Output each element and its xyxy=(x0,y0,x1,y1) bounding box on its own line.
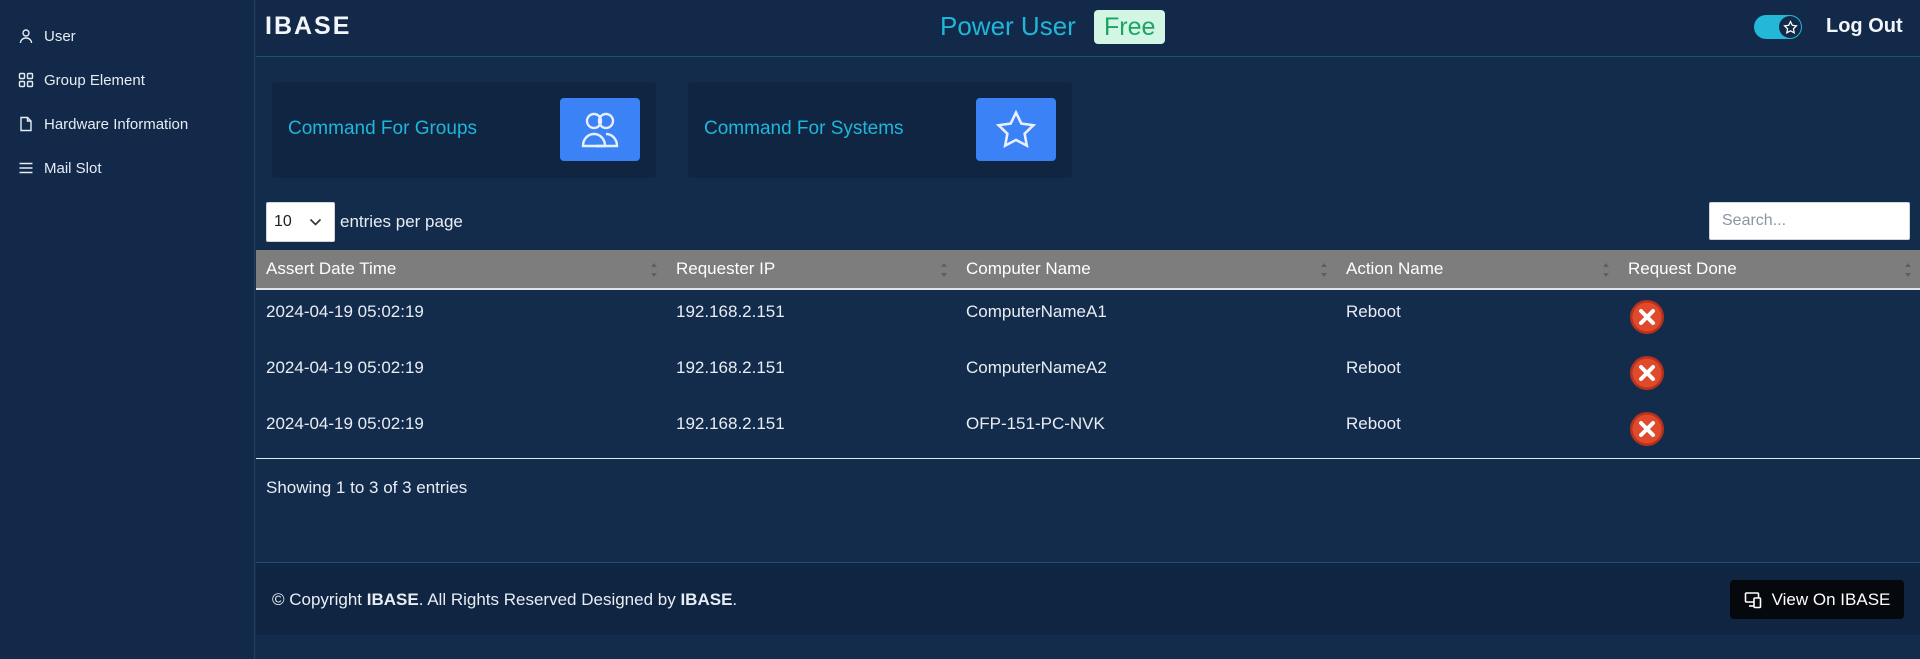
user-role-title: Power User xyxy=(940,11,1076,41)
card-title[interactable]: Command For Systems xyxy=(704,118,904,140)
top-header: IBASE Power User Free Log Out xyxy=(256,0,1920,57)
sort-icon xyxy=(651,263,657,277)
card-icon-button[interactable] xyxy=(976,98,1056,161)
cancel-x-icon[interactable] xyxy=(1628,410,1666,448)
sidebar-item-hardware-information[interactable]: Hardware Information xyxy=(0,102,254,146)
cell-action-name: Reboot xyxy=(1346,302,1401,321)
cell-assert-date-time: 2024-04-19 05:02:19 xyxy=(266,302,424,321)
user-icon xyxy=(19,29,33,44)
requests-table: Assert Date Time Requester IP Computer N… xyxy=(256,250,1920,459)
card-icon-button[interactable] xyxy=(560,98,640,161)
sidebar-item-label: Group Element xyxy=(44,71,145,89)
table-row: 2024-04-19 05:02:19 192.168.2.151 Comput… xyxy=(256,290,1920,346)
column-header-computer-name[interactable]: Computer Name xyxy=(956,249,1336,289)
toggle-knob xyxy=(1779,16,1801,38)
cell-computer-name: ComputerNameA2 xyxy=(966,358,1107,377)
sidebar: User Group Element Hardware Information … xyxy=(0,0,255,659)
copyright-brand: IBASE xyxy=(366,590,419,609)
cell-requester-ip: 192.168.2.151 xyxy=(676,358,785,377)
cell-computer-name: OFP-151-PC-NVK xyxy=(966,414,1105,433)
cancel-x-icon[interactable] xyxy=(1628,298,1666,336)
view-on-ibase-label: View On IBASE xyxy=(1771,589,1891,609)
column-header-request-done[interactable]: Request Done xyxy=(1618,249,1920,289)
column-header-requester-ip[interactable]: Requester IP xyxy=(666,249,956,289)
sidebar-item-group-element[interactable]: Group Element xyxy=(0,58,254,102)
plan-badge: Free xyxy=(1094,10,1166,44)
chevron-down-icon xyxy=(309,218,322,226)
entries-per-page-select[interactable]: 10 xyxy=(266,202,335,242)
column-header-assert-date-time[interactable]: Assert Date Time xyxy=(256,249,666,289)
sidebar-item-label: User xyxy=(44,27,76,45)
footer: © Copyright IBASE. All Rights Reserved D… xyxy=(256,562,1920,635)
cell-requester-ip: 192.168.2.151 xyxy=(676,414,785,433)
table-info: Showing 1 to 3 of 3 entries xyxy=(266,478,468,497)
entries-value: 10 xyxy=(274,213,292,230)
sort-icon xyxy=(1905,263,1911,277)
search-input[interactable] xyxy=(1709,202,1910,240)
cell-requester-ip: 192.168.2.151 xyxy=(676,302,785,321)
sort-icon xyxy=(941,263,947,277)
column-header-label: Action Name xyxy=(1346,259,1444,278)
sidebar-item-user[interactable]: User xyxy=(0,14,254,58)
cell-action-name: Reboot xyxy=(1346,414,1401,433)
sort-icon xyxy=(1603,263,1609,277)
brand-logo[interactable]: IBASE xyxy=(265,12,351,41)
column-header-label: Requester IP xyxy=(676,259,776,278)
command-for-systems-card[interactable]: Command For Systems xyxy=(688,82,1072,178)
sort-icon xyxy=(1321,263,1327,277)
users-icon xyxy=(581,112,619,147)
star-icon xyxy=(995,109,1037,148)
copyright-text: © Copyright IBASE. All Rights Reserved D… xyxy=(272,590,737,610)
cell-assert-date-time: 2024-04-19 05:02:19 xyxy=(266,358,424,377)
logout-button[interactable]: Log Out xyxy=(1826,15,1903,38)
cancel-x-icon[interactable] xyxy=(1628,354,1666,392)
entries-per-page-label: entries per page xyxy=(340,212,463,231)
cell-computer-name: ComputerNameA1 xyxy=(966,302,1107,321)
menu-icon xyxy=(19,162,33,174)
cell-request-done xyxy=(1618,290,1920,346)
sidebar-item-mail-slot[interactable]: Mail Slot xyxy=(0,146,254,190)
designer-brand: IBASE xyxy=(680,590,733,609)
card-title[interactable]: Command For Groups xyxy=(288,118,477,140)
cell-assert-date-time: 2024-04-19 05:02:19 xyxy=(266,414,424,433)
command-for-groups-card[interactable]: Command For Groups xyxy=(272,82,656,178)
view-on-ibase-button[interactable]: View On IBASE xyxy=(1730,580,1904,619)
theme-toggle[interactable] xyxy=(1754,15,1802,39)
column-header-action-name[interactable]: Action Name xyxy=(1336,249,1618,289)
cell-action-name: Reboot xyxy=(1346,358,1401,377)
table-body: 2024-04-19 05:02:19 192.168.2.151 Comput… xyxy=(256,290,1920,459)
column-header-label: Request Done xyxy=(1628,259,1737,278)
sidebar-item-label: Hardware Information xyxy=(44,115,189,133)
cell-request-done xyxy=(1618,346,1920,402)
column-header-label: Assert Date Time xyxy=(266,259,397,278)
table-row: 2024-04-19 05:02:19 192.168.2.151 OFP-15… xyxy=(256,402,1920,458)
copyright-suffix: . xyxy=(732,590,738,609)
devices-icon xyxy=(1744,591,1761,608)
cell-request-done xyxy=(1618,402,1920,458)
table-header: Assert Date Time Requester IP Computer N… xyxy=(256,250,1920,290)
column-header-label: Computer Name xyxy=(966,259,1091,278)
table-row: 2024-04-19 05:02:19 192.168.2.151 Comput… xyxy=(256,346,1920,402)
star-icon xyxy=(1782,19,1798,34)
copyright-middle: . All Rights Reserved Designed by xyxy=(418,590,681,609)
sidebar-item-label: Mail Slot xyxy=(44,159,102,177)
document-icon xyxy=(20,116,32,132)
grid-icon xyxy=(18,72,34,88)
copyright-prefix: © Copyright xyxy=(272,590,367,609)
